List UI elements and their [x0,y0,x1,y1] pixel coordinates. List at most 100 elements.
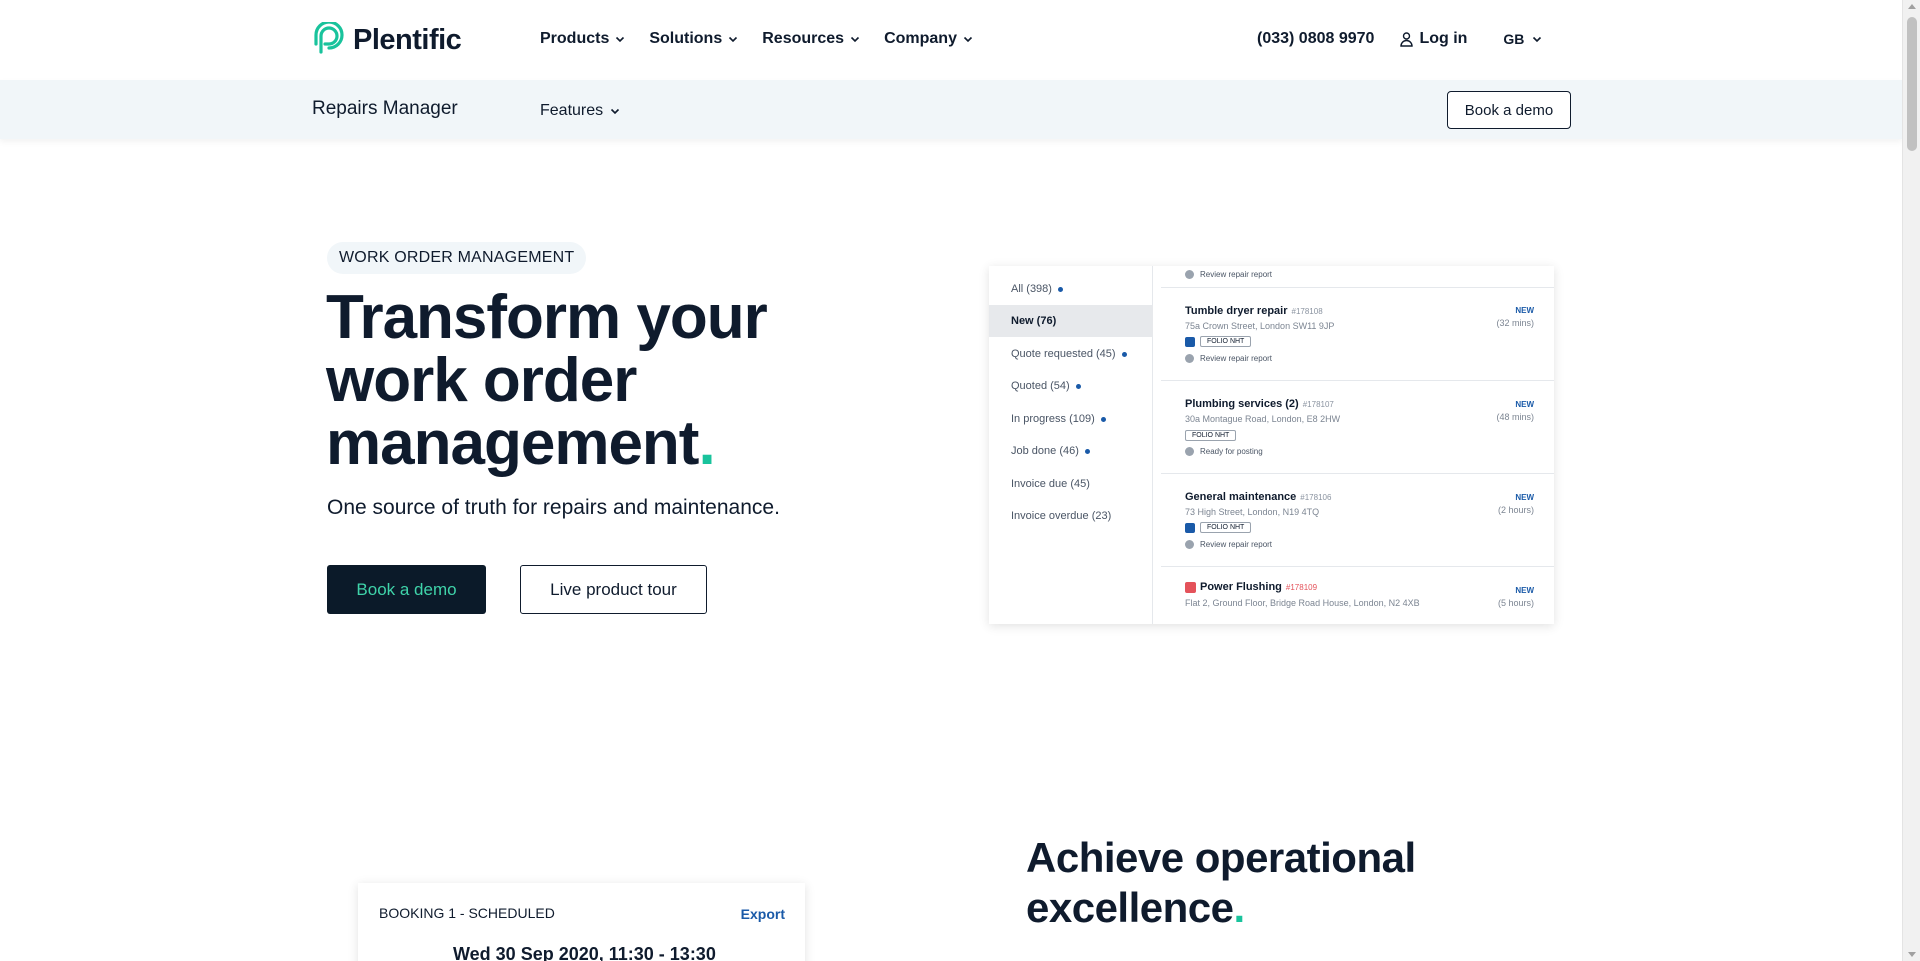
login-link[interactable]: Log in [1400,30,1467,48]
row-id: #178107 [1302,400,1334,409]
filter-label: Invoice due (45) [1011,478,1090,490]
filter-item[interactable]: Quoted (54) [989,370,1153,402]
features-label: Features [540,102,604,119]
product-tour-button[interactable]: Live product tour [520,565,707,614]
chevron-down-icon [616,36,625,43]
subnav-title[interactable]: Repairs Manager [312,98,458,120]
nav-solutions[interactable]: Solutions [649,30,738,48]
nav-solutions-label: Solutions [649,30,723,47]
info-icon [1185,354,1194,363]
booking-card: BOOKING 1 - SCHEDULED Export Wed 30 Sep … [358,883,805,961]
status-line: Review repair report [1185,354,1272,363]
row-age: (2 hours) [1497,505,1534,515]
phone-number[interactable]: (033) 0808 9970 [1257,30,1374,48]
status-text: Ready for posting [1200,447,1263,456]
filter-label: All (398) [1011,283,1052,295]
nav-products[interactable]: Products [540,30,625,48]
list-item[interactable]: Review repair report [1161,266,1554,288]
nav-resources[interactable]: Resources [762,30,860,48]
filter-item[interactable]: Quote requested (45) [989,338,1153,370]
list-item[interactable]: Power Flushing #178109 Flat 2, Ground Flo… [1161,567,1554,624]
list-item[interactable]: Plumbing services (2) #178107 30a Montagu… [1161,381,1554,474]
filter-label: New (76) [1011,315,1057,327]
row-address: 75a Crown Street, London SW11 9JP [1185,321,1335,331]
filter-item[interactable]: In progress (109) [989,403,1153,435]
book-demo-button[interactable]: Book a demo [327,565,486,614]
status-text: Review repair report [1200,540,1273,549]
row-age: (48 mins) [1496,412,1534,422]
status-text: Review repair report [1200,354,1273,363]
page-scrollbar[interactable] [1902,0,1920,961]
unread-dot [1075,383,1081,389]
top-navigation: Plentific Products Solutions Resources C… [0,0,1902,80]
sub-navigation: Repairs Manager Features Book a demo [0,80,1902,139]
row-address: 73 High Street, London, N19 4TQ [1185,507,1320,517]
new-badge: NEW [1515,400,1534,409]
language-selector[interactable]: GB [1503,31,1542,47]
section-title-line1: Achieve operational [1026,834,1416,881]
chevron-down-icon [611,108,620,115]
section-title-dot: . [1233,884,1246,931]
status-line: Review repair report [1185,270,1272,279]
language-label: GB [1503,31,1525,47]
chevron-down-icon [729,36,738,43]
new-badge: NEW [1515,586,1534,595]
folio-tag: FOLIO NHT [1200,522,1252,533]
user-icon [1400,31,1414,47]
plentific-logo[interactable]: Plentific [311,22,462,58]
main-menu: Products Solutions Resources Company [540,30,973,48]
filter-item[interactable]: All (398) [989,273,1153,305]
row-title: General maintenance #178106 [1185,491,1332,503]
row-title: Plumbing services (2) #178107 [1185,398,1334,410]
unread-dot [1057,286,1063,292]
row-address: 30a Montague Road, London, E8 2HW [1185,414,1341,424]
unread-dot [1100,416,1106,422]
product-screenshot: All (398) New (76) Quote requested (45) … [989,266,1554,624]
section-title: Achieve operational excellence. [1026,833,1416,933]
unread-dot [1084,448,1090,454]
filter-item[interactable]: Invoice due (45) [989,468,1153,500]
row-age: (5 hours) [1497,598,1534,608]
alert-icon [1185,581,1196,593]
status-line: Review repair report [1185,540,1272,549]
tag-line: FOLIO NHT [1185,522,1252,533]
list-item[interactable]: General maintenance #178106 73 High Stree… [1161,474,1554,567]
filter-label: In progress (109) [1011,413,1095,425]
home-icon [1185,522,1195,533]
hero-title-line1: Transform your [326,283,768,352]
login-label: Log in [1419,30,1468,47]
filter-item[interactable]: Invoice overdue (23) [989,500,1153,532]
folio-tag: FOLIO NHT [1185,430,1237,441]
unread-dot [1121,351,1127,357]
scroll-thumb[interactable] [1907,17,1917,151]
row-id: #178106 [1300,493,1332,502]
booking-date: Wed 30 Sep 2020, 11:30 - 13:30 [453,944,716,961]
row-age: (32 mins) [1496,318,1534,328]
tag-line: FOLIO NHT [1185,430,1237,441]
scroll-up-icon[interactable] [1908,4,1916,9]
filter-label: Quoted (54) [1011,380,1070,392]
hero-title-line3: management [326,409,699,478]
info-icon [1185,540,1194,549]
info-icon [1185,447,1194,456]
nav-company[interactable]: Company [884,30,973,48]
hero-title-line2: work order [326,346,637,415]
status-text: Review repair report [1200,270,1273,279]
list-item[interactable]: Tumble dryer repair #178108 75a Crown Str… [1161,288,1554,381]
row-address: Flat 2, Ground Floor, Bridge Road House,… [1185,598,1420,608]
nav-resources-label: Resources [762,30,845,47]
filter-item-active[interactable]: New (76) [989,305,1153,337]
hero-badge: WORK ORDER MANAGEMENT [327,242,587,274]
booking-status: BOOKING 1 - SCHEDULED [379,905,555,921]
nav-right: (033) 0808 9970 Log in GB [1257,30,1542,48]
hero-subtitle: One source of truth for repairs and main… [327,496,780,519]
logo-text: Plentific [353,23,462,56]
features-dropdown[interactable]: Features [540,102,620,120]
chevron-down-icon [1533,36,1542,43]
filter-item[interactable]: Job done (46) [989,435,1153,467]
new-badge: NEW [1515,306,1534,315]
export-link[interactable]: Export [741,906,785,922]
subnav-book-demo-button[interactable]: Book a demo [1447,91,1571,129]
scroll-down-icon[interactable] [1908,952,1916,957]
status-line: Ready for posting [1185,447,1263,456]
